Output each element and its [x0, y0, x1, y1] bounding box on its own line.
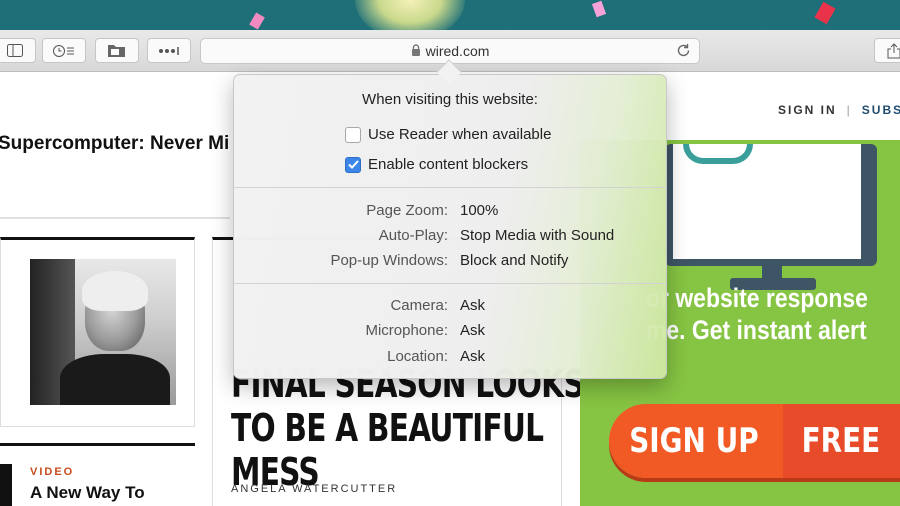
- sign-in-link[interactable]: SIGN IN: [778, 103, 837, 117]
- downloads-button[interactable]: [95, 38, 139, 63]
- video-thumbnail[interactable]: [0, 464, 12, 506]
- ad-copy: or website response me. Get instant aler…: [646, 282, 868, 346]
- divider: [0, 217, 230, 219]
- signup-free-button[interactable]: SIGN UP FREE: [609, 404, 900, 478]
- popup-windows-setting[interactable]: Pop-up Windows: Block and Notify: [234, 252, 666, 272]
- feature-headline[interactable]: FINAL SEASON LOOKS TO BE A BEAUTIFUL MES…: [231, 362, 585, 494]
- header-links: SIGN IN | SUBSC: [778, 103, 900, 117]
- share-button[interactable]: [874, 38, 900, 63]
- subscribe-link[interactable]: SUBSC: [862, 103, 900, 117]
- author-byline[interactable]: ANGELA WATERCUTTER: [231, 483, 397, 495]
- monitor-illustration: [665, 144, 877, 266]
- signup-label: SIGN UP: [629, 421, 759, 461]
- video-label: VIDEO: [30, 466, 75, 478]
- lock-icon: [411, 43, 421, 59]
- confetti-shape: [249, 12, 265, 30]
- headline-line: TO BE A BEAUTIFUL: [231, 406, 544, 450]
- website-settings-popover: When visiting this website: Use Reader w…: [233, 74, 667, 379]
- page-zoom-setting[interactable]: Page Zoom: 100%: [234, 202, 666, 222]
- confetti-shape: [814, 1, 836, 25]
- desktop-wallpaper: [0, 0, 900, 30]
- ad-line: or website response: [646, 283, 868, 313]
- wallpaper-glow: [355, 0, 465, 30]
- top-headline-link[interactable]: Supercomputer: Never Mi: [0, 133, 229, 155]
- header-separator: |: [846, 103, 852, 117]
- video-title-link[interactable]: A New Way To: [30, 483, 145, 503]
- setting-label: Auto-Play:: [378, 227, 448, 244]
- popover-title: When visiting this website:: [362, 91, 538, 108]
- auto-play-setting[interactable]: Auto-Play: Stop Media with Sound: [234, 227, 666, 247]
- downloads-icon: [107, 43, 127, 58]
- auto-play-value[interactable]: Stop Media with Sound: [460, 227, 614, 244]
- popup-windows-value[interactable]: Block and Notify: [460, 252, 568, 269]
- checkbox-label: Use Reader when available: [368, 126, 552, 143]
- sidebar-icon: [7, 44, 23, 57]
- reload-icon[interactable]: [676, 43, 691, 61]
- ad-line: me. Get instant alert: [646, 315, 867, 345]
- sidebar-button[interactable]: [0, 38, 36, 63]
- checkmark-icon: [347, 160, 359, 169]
- more-icon: [158, 46, 180, 55]
- setting-label: Page Zoom:: [366, 202, 448, 219]
- content-blockers-checkbox[interactable]: Enable content blockers: [345, 156, 528, 173]
- more-button[interactable]: [147, 38, 191, 63]
- permission-label: Microphone:: [365, 322, 448, 339]
- use-reader-checkbox[interactable]: Use Reader when available: [345, 126, 551, 143]
- article-photo[interactable]: [30, 259, 176, 405]
- free-label: FREE: [801, 421, 881, 461]
- camera-permission[interactable]: Camera: Ask: [234, 297, 666, 317]
- checkbox-unchecked[interactable]: [345, 126, 361, 143]
- url-text: wired.com: [425, 43, 490, 59]
- microphone-permission[interactable]: Microphone: Ask: [234, 322, 666, 342]
- checkbox-checked[interactable]: [345, 156, 361, 173]
- camera-value[interactable]: Ask: [460, 297, 485, 314]
- permission-label: Location:: [387, 348, 448, 365]
- location-permission[interactable]: Location: Ask: [234, 348, 666, 368]
- setting-label: Pop-up Windows:: [330, 252, 448, 269]
- page-zoom-value[interactable]: 100%: [460, 202, 498, 219]
- divider: [234, 283, 666, 284]
- microphone-value[interactable]: Ask: [460, 322, 485, 339]
- history-button[interactable]: [42, 38, 86, 63]
- history-icon: [53, 44, 75, 58]
- share-icon: [887, 42, 900, 59]
- permission-label: Camera:: [390, 297, 448, 314]
- divider: [234, 187, 666, 188]
- checkbox-label: Enable content blockers: [368, 156, 529, 173]
- confetti-shape: [591, 0, 607, 18]
- location-value[interactable]: Ask: [460, 348, 485, 365]
